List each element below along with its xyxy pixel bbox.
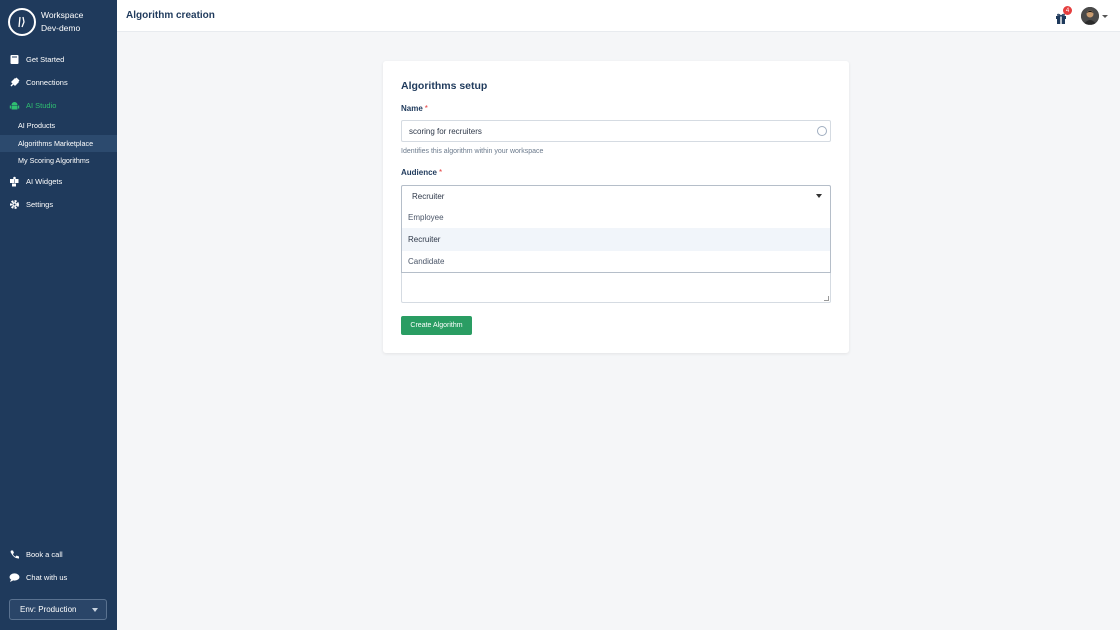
chat-link[interactable]: Chat with us <box>9 570 67 584</box>
environment-value: Env: Production <box>20 605 77 614</box>
name-label: Name * <box>401 104 428 113</box>
nav-settings[interactable]: Settings <box>9 197 53 211</box>
sub-item-my-scoring-algorithms[interactable]: My Scoring Algorithms <box>0 152 117 169</box>
name-label-text: Name <box>401 104 423 113</box>
environment-select[interactable]: Env: Production <box>9 599 107 620</box>
nav-ai-widgets[interactable]: AI Widgets <box>9 174 62 188</box>
android-icon <box>9 100 20 111</box>
puzzle-icon <box>9 176 20 187</box>
card-title: Algorithms setup <box>401 80 488 92</box>
avatar[interactable] <box>1081 7 1099 25</box>
sub-item-algorithms-marketplace-label: Algorithms Marketplace <box>18 139 94 148</box>
audience-option-candidate[interactable]: Candidate <box>402 251 830 273</box>
name-input-value: scoring for recruiters <box>409 126 482 136</box>
nav-get-started[interactable]: Get Started <box>9 52 64 66</box>
book-icon <box>9 54 20 65</box>
chevron-down-icon <box>92 608 98 612</box>
workspace-label: Workspace <box>41 10 84 20</box>
audience-option-employee[interactable]: Employee <box>402 206 830 228</box>
chat-icon <box>9 572 20 583</box>
audience-dropdown-menu: Employee Recruiter Candidate <box>401 206 831 273</box>
nav-ai-studio[interactable]: AI Studio <box>9 98 56 112</box>
audience-label-text: Audience <box>401 168 438 177</box>
audience-option-recruiter[interactable]: Recruiter <box>402 228 830 251</box>
audience-select[interactable]: Recruiter <box>401 185 831 207</box>
plug-icon <box>9 77 20 88</box>
sub-item-ai-products-label: AI Products <box>18 121 56 130</box>
nav-connections[interactable]: Connections <box>9 75 68 89</box>
book-call-link[interactable]: Book a call <box>9 547 63 561</box>
notification-badge: 4 <box>1063 6 1072 15</box>
create-algorithm-button[interactable]: Create Algorithm <box>401 316 472 335</box>
gear-icon <box>9 199 20 210</box>
loading-spinner-icon <box>817 126 827 136</box>
nav-get-started-label: Get Started <box>26 54 65 64</box>
sub-item-my-scoring-algorithms-label: My Scoring Algorithms <box>18 156 90 165</box>
topbar: Algorithm creation 4 <box>117 0 1120 32</box>
nav-settings-label: Settings <box>26 199 54 209</box>
book-call-label: Book a call <box>26 549 63 559</box>
workspace-logo-icon <box>8 8 36 36</box>
nav-connections-label: Connections <box>26 77 68 87</box>
algorithm-setup-card: Algorithms setup Name * scoring for recru… <box>383 61 849 353</box>
name-help-text: Identifies this algorithm within your wo… <box>401 148 544 155</box>
avatar-chevron-down-icon[interactable] <box>1102 15 1108 18</box>
nav-ai-widgets-label: AI Widgets <box>26 176 63 186</box>
page-title: Algorithm creation <box>126 10 215 21</box>
sub-item-ai-products[interactable]: AI Products <box>0 117 117 134</box>
name-required-mark: * <box>424 104 428 113</box>
sub-item-algorithms-marketplace[interactable]: Algorithms Marketplace <box>0 135 117 152</box>
sidebar: Workspace Dev-demo Get Started Connectio… <box>0 0 117 630</box>
workspace-switcher[interactable]: Workspace Dev-demo <box>8 8 83 36</box>
chat-label: Chat with us <box>26 572 68 582</box>
workspace-name: Dev-demo <box>41 23 81 33</box>
nav-ai-studio-label: AI Studio <box>26 100 57 110</box>
phone-icon <box>9 549 20 560</box>
audience-required-mark: * <box>439 168 443 177</box>
resize-handle-icon[interactable] <box>824 296 829 301</box>
audience-label: Audience * <box>401 168 442 177</box>
chevron-down-icon <box>816 194 822 198</box>
audience-selected-value: Recruiter <box>412 191 445 201</box>
description-textarea[interactable] <box>401 268 831 303</box>
name-input[interactable]: scoring for recruiters <box>401 120 831 142</box>
